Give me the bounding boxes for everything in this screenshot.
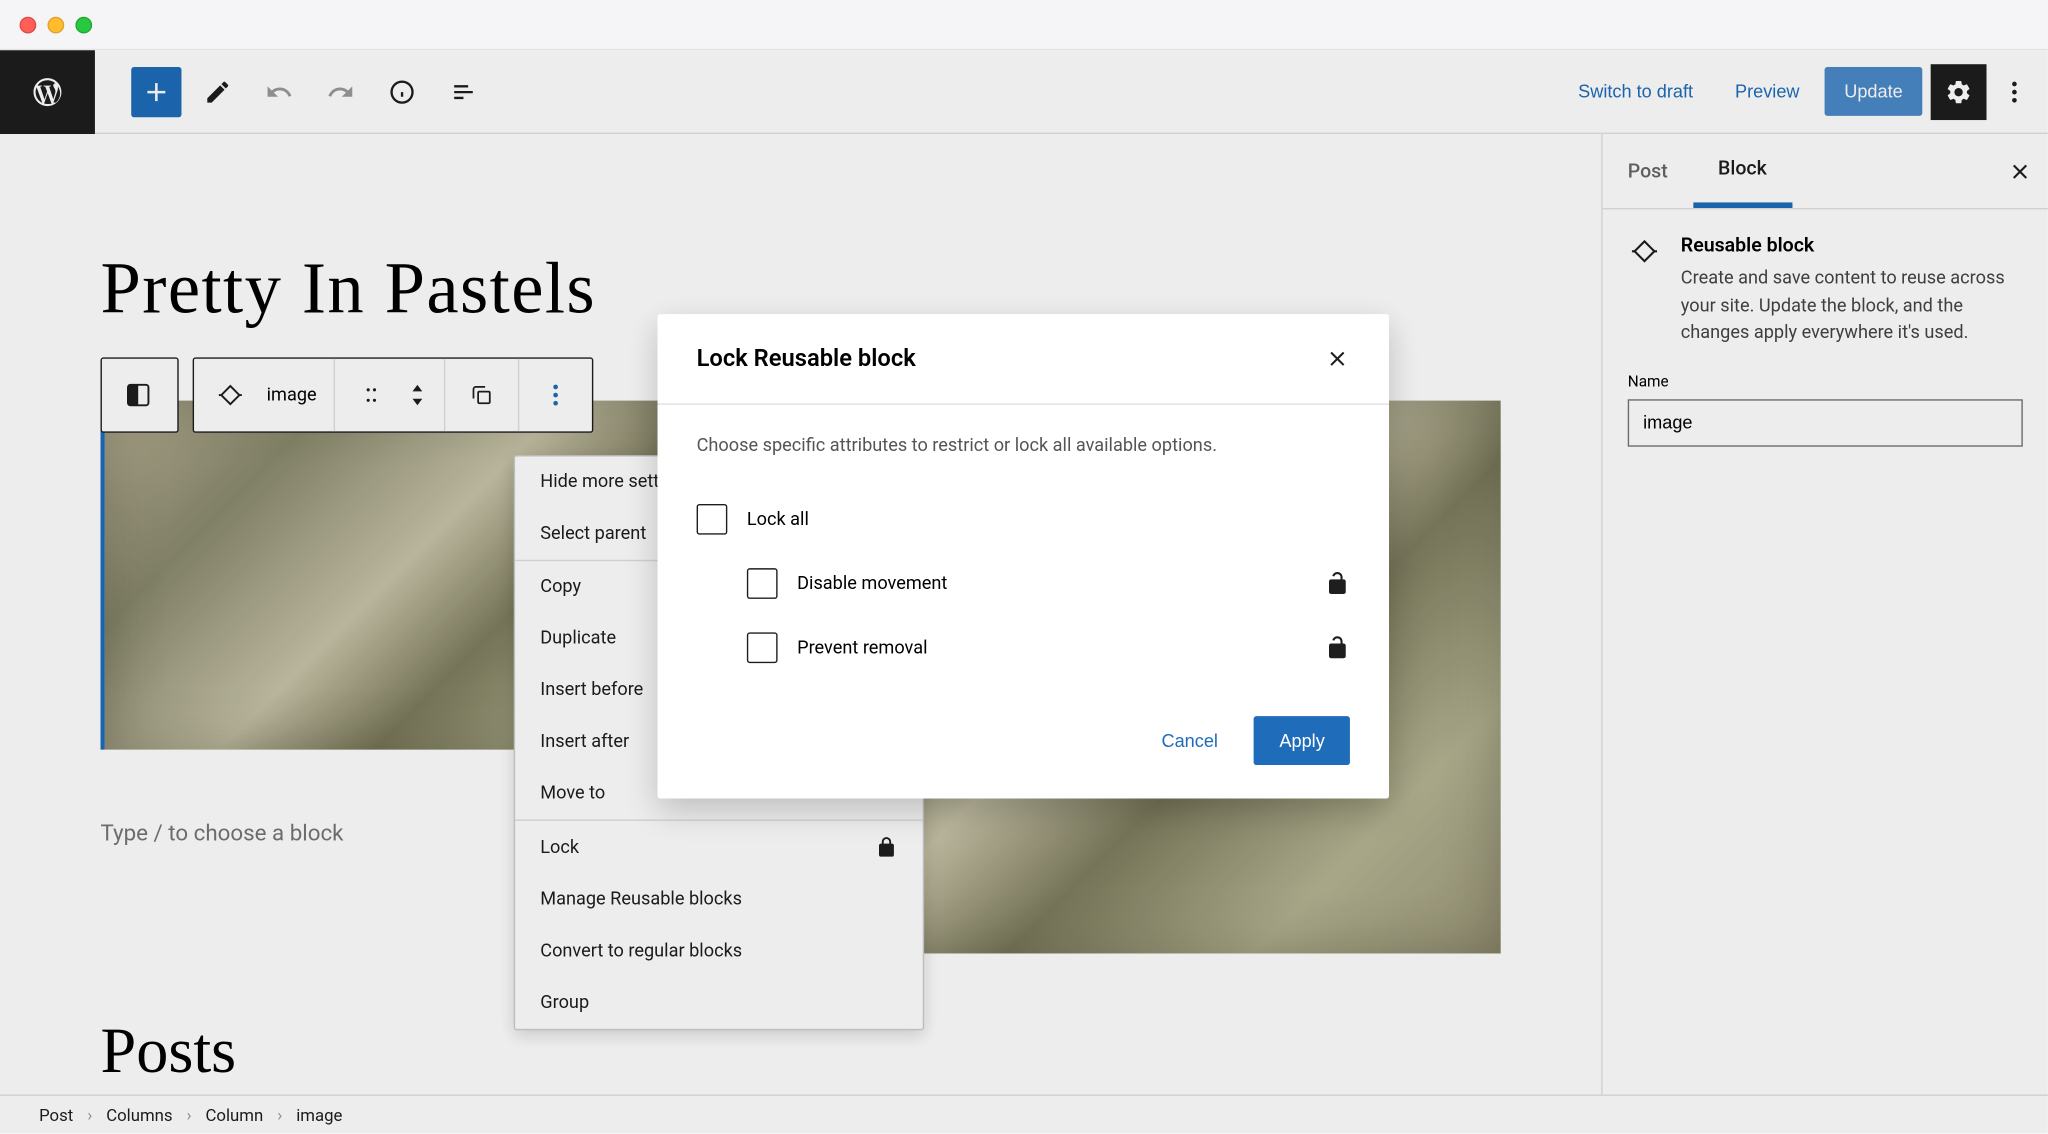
info-button[interactable]	[377, 66, 427, 116]
block-name-input[interactable]	[1628, 399, 2023, 446]
menu-item-convert-regular[interactable]: Convert to regular blocks	[515, 926, 923, 978]
block-breadcrumb: Post› Columns› Column› image	[0, 1094, 2048, 1133]
block-more-options-button[interactable]	[527, 367, 583, 423]
drag-handle-icon[interactable]	[343, 367, 399, 423]
menu-item-lock[interactable]: Lock	[515, 821, 923, 874]
menu-item-manage-reusable[interactable]: Manage Reusable blocks	[515, 874, 923, 926]
name-label: Name	[1628, 372, 2023, 390]
add-block-button[interactable]	[131, 66, 181, 116]
copy-button[interactable]	[453, 367, 509, 423]
apply-button[interactable]: Apply	[1254, 716, 1350, 765]
modal-title: Lock Reusable block	[697, 345, 916, 373]
block-type-description: Create and save content to reuse across …	[1681, 265, 2023, 347]
tab-block[interactable]: Block	[1693, 134, 1792, 208]
close-sidebar-button[interactable]	[1992, 143, 2048, 199]
breadcrumb-item[interactable]: Post	[39, 1105, 73, 1125]
disable-movement-checkbox[interactable]	[747, 568, 778, 599]
menu-item-group[interactable]: Group	[515, 977, 923, 1029]
breadcrumb-item[interactable]: Columns	[106, 1105, 172, 1125]
lock-all-checkbox[interactable]	[697, 504, 728, 535]
close-window-button[interactable]	[20, 16, 37, 33]
reusable-block-icon[interactable]	[202, 367, 258, 423]
editor-top-toolbar: Switch to draft Preview Update	[0, 50, 2048, 134]
reusable-block-icon	[1628, 235, 1662, 269]
lock-icon	[875, 836, 897, 858]
parent-block-button[interactable]	[110, 367, 166, 423]
undo-button[interactable]	[254, 66, 304, 116]
breadcrumb-item[interactable]: Column	[206, 1105, 264, 1125]
preview-button[interactable]: Preview	[1718, 67, 1816, 116]
update-button[interactable]: Update	[1825, 67, 1923, 116]
cancel-button[interactable]: Cancel	[1142, 716, 1238, 765]
settings-button[interactable]	[1931, 64, 1987, 120]
lock-all-label: Lock all	[747, 509, 1350, 530]
prevent-removal-checkbox[interactable]	[747, 632, 778, 663]
maximize-window-button[interactable]	[75, 16, 92, 33]
redo-button[interactable]	[315, 66, 365, 116]
edit-mode-button[interactable]	[193, 66, 243, 116]
wordpress-logo-button[interactable]	[0, 50, 95, 134]
macos-titlebar	[0, 0, 2048, 50]
block-toolbar-label: image	[258, 385, 325, 406]
settings-sidebar: Post Block Reusable block Create and sav…	[1601, 134, 2048, 1094]
minimize-window-button[interactable]	[47, 16, 64, 33]
list-view-button[interactable]	[438, 66, 488, 116]
close-modal-button[interactable]	[1325, 346, 1350, 371]
modal-description: Choose specific attributes to restrict o…	[697, 436, 1350, 457]
block-type-title: Reusable block	[1681, 235, 2023, 257]
unlock-icon	[1325, 635, 1350, 660]
move-arrows[interactable]	[399, 367, 435, 423]
disable-movement-label: Disable movement	[797, 573, 1305, 594]
prevent-removal-label: Prevent removal	[797, 637, 1305, 658]
subheading[interactable]: Morni	[815, 1079, 1501, 1094]
more-options-button[interactable]	[1995, 64, 2034, 120]
breadcrumb-item[interactable]: image	[296, 1105, 342, 1125]
lock-block-modal: Lock Reusable block Choose specific attr…	[658, 314, 1390, 798]
unlock-icon	[1325, 571, 1350, 596]
switch-to-draft-button[interactable]: Switch to draft	[1561, 67, 1709, 116]
tab-post[interactable]: Post	[1603, 134, 1693, 208]
